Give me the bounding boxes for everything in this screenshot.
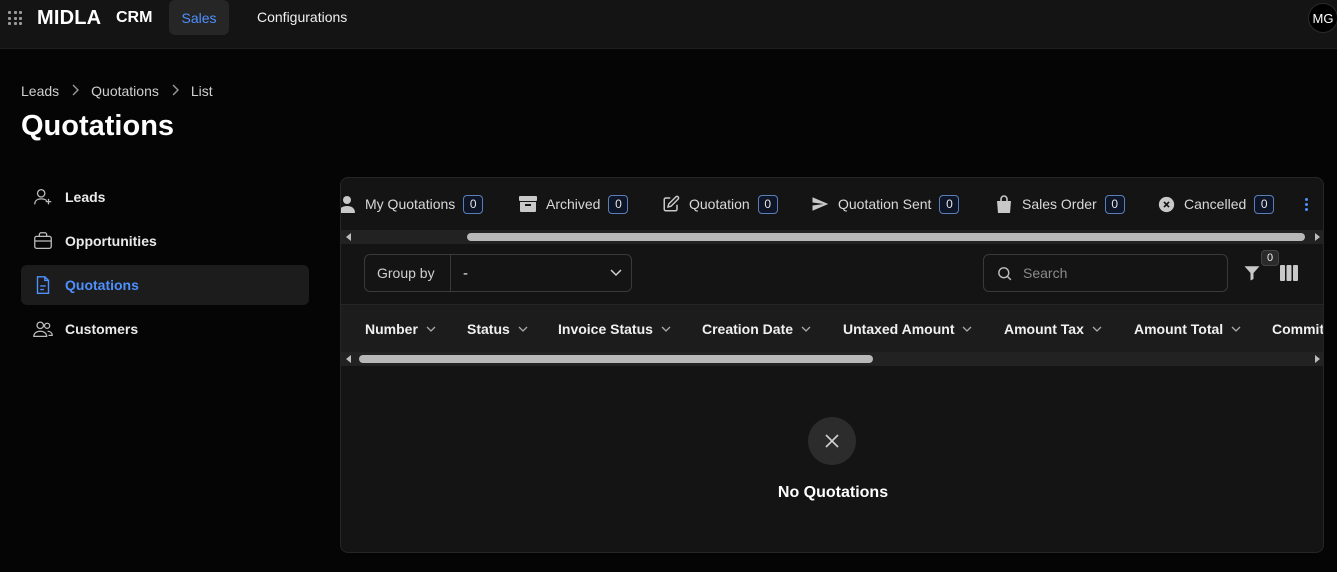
scroll-left-icon[interactable] [346, 233, 351, 241]
scrollbar-thumb[interactable] [359, 355, 873, 363]
apps-grid-icon[interactable] [8, 11, 22, 25]
columns-icon[interactable] [1280, 265, 1298, 281]
tab-quotation-sent[interactable]: Quotation Sent 0 [810, 194, 960, 214]
nav-configurations[interactable]: Configurations [257, 9, 347, 25]
sidebar-item-label: Leads [65, 189, 106, 205]
tab-count-badge: 0 [1254, 194, 1275, 214]
tab-cancelled[interactable]: Cancelled 0 [1156, 194, 1275, 214]
users-icon [31, 317, 55, 341]
filter-count-badge: 0 [1261, 250, 1279, 266]
close-icon [808, 417, 856, 465]
tab-label: Sales Order [1022, 196, 1097, 212]
top-bar: MIDLA CRM Sales Configurations MG [0, 0, 1337, 49]
empty-state-message: No Quotations [777, 484, 889, 501]
sidebar-item-label: Quotations [65, 277, 139, 293]
chevron-down-icon [661, 324, 671, 334]
breadcrumb: Leads Quotations List [21, 83, 213, 99]
group-by-label: Group by [365, 255, 451, 291]
tab-count-badge: 0 [608, 194, 629, 214]
chevron-right-icon [71, 84, 80, 99]
tabs-scrollbar[interactable] [341, 230, 1323, 244]
edit-icon [661, 194, 681, 214]
scroll-left-icon[interactable] [346, 355, 351, 363]
scroll-right-icon[interactable] [1315, 233, 1320, 241]
tab-sales-order[interactable]: Sales Order 0 [994, 194, 1125, 214]
user-icon [341, 194, 357, 214]
search-input[interactable] [1023, 265, 1213, 281]
column-label: Amount Tax [1004, 321, 1084, 337]
briefcase-icon [31, 229, 55, 253]
sidebar: Leads Opportunities Quotations Customers [21, 177, 309, 353]
list-toolbar: Group by - 0 [341, 244, 1323, 304]
table-header: Number Status Invoice Status Creation Da… [341, 304, 1324, 352]
column-amount-total[interactable]: Amount Total [1134, 321, 1241, 337]
user-avatar[interactable]: MG [1308, 3, 1337, 33]
chevron-right-icon [171, 84, 179, 99]
tab-label: Cancelled [1184, 196, 1247, 212]
tab-label: Quotation Sent [838, 196, 932, 212]
column-label: Invoice Status [558, 321, 653, 337]
column-label: Creation Date [702, 321, 794, 337]
column-label: Amount Total [1134, 321, 1224, 337]
column-amount-tax[interactable]: Amount Tax [1004, 321, 1102, 337]
breadcrumb-leads[interactable]: Leads [21, 83, 59, 99]
chevron-down-icon [1231, 324, 1241, 334]
column-label: Number [365, 321, 418, 337]
chevron-down-icon [1092, 324, 1102, 334]
tab-count-badge: 0 [757, 194, 778, 214]
sidebar-item-customers[interactable]: Customers [21, 309, 309, 349]
nav-sales[interactable]: Sales [169, 0, 229, 35]
user-plus-icon [31, 185, 55, 209]
group-by-select[interactable]: Group by - [364, 254, 632, 292]
chevron-down-icon [426, 324, 436, 334]
column-untaxed-amount[interactable]: Untaxed Amount [843, 321, 972, 337]
column-commit[interactable]: Commit [1272, 321, 1324, 337]
chevron-down-icon [801, 324, 811, 334]
shopping-bag-icon [994, 194, 1014, 214]
filter-icon[interactable] [1243, 264, 1263, 284]
chevron-down-icon [518, 324, 528, 334]
tab-label: My Quotations [365, 196, 456, 212]
tab-count-badge: 0 [1104, 194, 1125, 214]
breadcrumb-quotations[interactable]: Quotations [91, 83, 159, 99]
quotations-panel: My Quotations 0 Archived 0 Quotation 0 Q… [340, 177, 1324, 553]
tab-archived[interactable]: Archived 0 [518, 194, 629, 214]
tab-label: Quotation [689, 196, 750, 212]
column-label: Status [467, 321, 510, 337]
column-label: Untaxed Amount [843, 321, 955, 337]
sidebar-item-label: Customers [65, 321, 139, 337]
tab-my-quotations[interactable]: My Quotations 0 [341, 194, 484, 214]
brand-module: CRM [116, 9, 153, 26]
tab-count-badge: 0 [939, 194, 960, 214]
document-icon [31, 273, 55, 297]
sidebar-item-label: Opportunities [65, 233, 157, 249]
chevron-down-icon [601, 269, 631, 277]
send-icon [810, 194, 830, 214]
more-vertical-icon[interactable] [1299, 194, 1313, 214]
sidebar-item-opportunities[interactable]: Opportunities [21, 221, 309, 261]
scroll-right-icon[interactable] [1315, 355, 1320, 363]
brand-logo[interactable]: MIDLA [37, 7, 101, 30]
filter-tabs: My Quotations 0 Archived 0 Quotation 0 Q… [341, 178, 1323, 230]
tab-count-badge: 0 [463, 194, 484, 214]
tab-quotation[interactable]: Quotation 0 [661, 194, 778, 214]
cancel-icon [1156, 194, 1176, 214]
sidebar-item-quotations[interactable]: Quotations [21, 265, 309, 305]
scrollbar-thumb[interactable] [467, 233, 1305, 241]
archive-icon [518, 194, 538, 214]
column-status[interactable]: Status [467, 321, 528, 337]
breadcrumb-list: List [190, 83, 213, 99]
sidebar-item-leads[interactable]: Leads [21, 177, 309, 217]
column-label: Commit [1272, 321, 1324, 337]
column-invoice-status[interactable]: Invoice Status [558, 321, 671, 337]
search-icon [998, 266, 1012, 280]
group-by-value: - [463, 264, 468, 282]
column-creation-date[interactable]: Creation Date [702, 321, 811, 337]
page-title: Quotations [21, 110, 175, 142]
column-number[interactable]: Number [365, 321, 436, 337]
table-scrollbar[interactable] [341, 352, 1323, 366]
tab-label: Archived [546, 196, 601, 212]
chevron-down-icon [962, 324, 972, 334]
search-box [983, 254, 1228, 292]
